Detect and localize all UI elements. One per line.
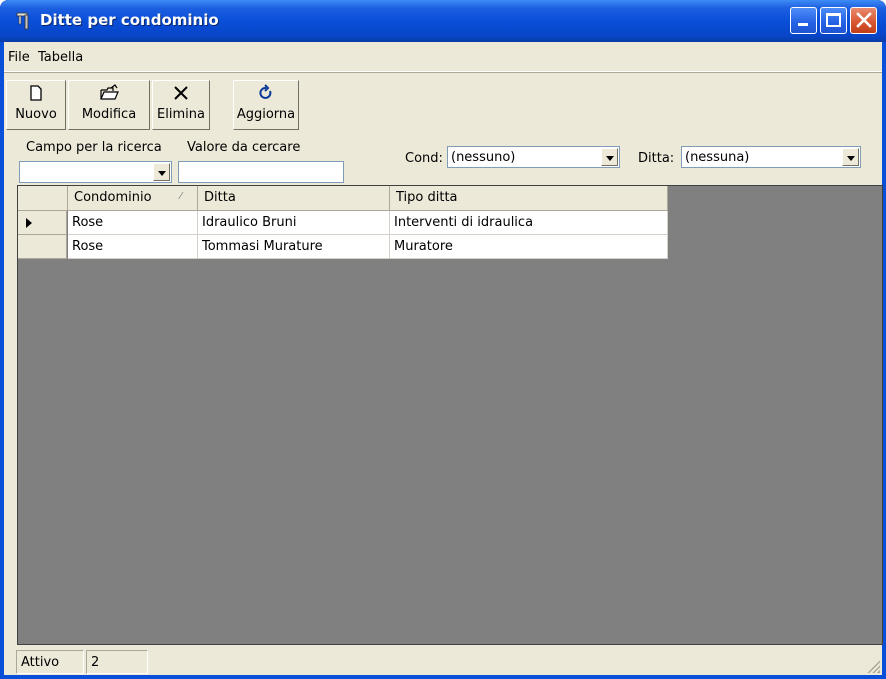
row-header-current[interactable]	[18, 211, 67, 235]
refresh-button[interactable]: Aggiorna	[233, 80, 299, 130]
edit-button[interactable]: Modifica	[68, 80, 150, 130]
column-header-condominio[interactable]: Condominio ⁄	[68, 186, 198, 211]
column-header-ditta[interactable]: Ditta	[198, 186, 390, 211]
window-frame-bottom	[0, 675, 886, 679]
refresh-icon	[234, 83, 298, 107]
app-icon	[16, 12, 34, 30]
cell-text: Interventi di idraulica	[394, 215, 534, 230]
window-title: Ditte per condominio	[40, 11, 219, 29]
maximize-icon	[826, 13, 841, 27]
cell-text: Rose	[72, 215, 104, 230]
table-cell[interactable]: Idraulico Bruni	[198, 211, 390, 235]
status-panel-count: 2	[86, 650, 148, 674]
open-folder-icon	[69, 83, 149, 107]
status-panel-state: Attivo	[16, 650, 84, 674]
minimize-button[interactable]	[790, 7, 817, 34]
current-row-pointer-icon	[26, 218, 32, 228]
data-grid[interactable]: Condominio ⁄ Ditta Tipo ditta Rose Idrau…	[17, 185, 883, 645]
chevron-down-icon[interactable]	[842, 148, 859, 166]
column-header-label: Tipo ditta	[396, 190, 458, 205]
search-field-label: Campo per la ricerca	[26, 140, 162, 155]
delete-x-icon	[153, 83, 209, 107]
maximize-button[interactable]	[820, 7, 847, 34]
table-cell[interactable]: Rose	[68, 235, 198, 259]
close-icon	[854, 10, 874, 33]
client-area: File Tabella Nuovo Modifica Elimina Aggi…	[4, 42, 883, 675]
ditta-select[interactable]: (nessuna)	[681, 146, 861, 168]
menu-file[interactable]: File	[8, 50, 30, 65]
row-header[interactable]	[18, 235, 67, 259]
search-field-combo[interactable]	[19, 161, 172, 183]
new-button-label: Nuovo	[15, 107, 57, 122]
menu-bar: File Tabella	[4, 42, 882, 72]
chevron-down-icon[interactable]	[153, 163, 170, 181]
cond-select-value: (nessuno)	[451, 150, 516, 165]
status-state-text: Attivo	[21, 655, 60, 670]
search-value-label: Valore da cercare	[187, 140, 301, 155]
column-header-label: Condominio	[74, 190, 152, 205]
table-cell[interactable]: Tommasi Murature	[198, 235, 390, 259]
cell-text: Rose	[72, 239, 104, 254]
minimize-icon	[798, 23, 808, 26]
edit-button-label: Modifica	[81, 107, 137, 122]
column-header-tipo-ditta[interactable]: Tipo ditta	[390, 186, 668, 211]
table-cell[interactable]: Rose	[68, 211, 198, 235]
search-value-input[interactable]	[178, 161, 344, 183]
table-cell[interactable]: Interventi di idraulica	[390, 211, 668, 235]
status-bar: Attivo 2	[4, 648, 882, 675]
status-count-text: 2	[91, 655, 100, 670]
table-cell[interactable]: Muratore	[390, 235, 668, 259]
cell-text: Idraulico Bruni	[202, 215, 297, 230]
sort-indicator-icon: ⁄	[180, 191, 182, 202]
menu-tabella[interactable]: Tabella	[38, 50, 83, 65]
refresh-button-label: Aggiorna	[236, 107, 296, 122]
cell-text: Tommasi Murature	[202, 239, 323, 254]
column-header-label: Ditta	[204, 190, 236, 205]
resize-grip-icon[interactable]	[866, 659, 880, 673]
ditta-select-value: (nessuna)	[685, 150, 750, 165]
cond-label: Cond:	[405, 151, 443, 166]
close-button[interactable]	[850, 7, 877, 34]
new-document-icon	[7, 83, 65, 107]
app-window: Ditte per condominio File Tabella Nuovo	[0, 0, 886, 679]
cond-select[interactable]: (nessuno)	[447, 146, 620, 168]
delete-button[interactable]: Elimina	[152, 80, 210, 130]
grid-corner-header	[18, 186, 68, 211]
ditta-label: Ditta:	[638, 151, 675, 166]
chevron-down-icon[interactable]	[601, 148, 618, 166]
cell-text: Muratore	[394, 239, 453, 254]
title-bar[interactable]: Ditte per condominio	[0, 0, 886, 42]
new-button[interactable]: Nuovo	[6, 80, 66, 130]
toolbar-separator	[4, 72, 882, 73]
delete-button-label: Elimina	[157, 107, 205, 122]
